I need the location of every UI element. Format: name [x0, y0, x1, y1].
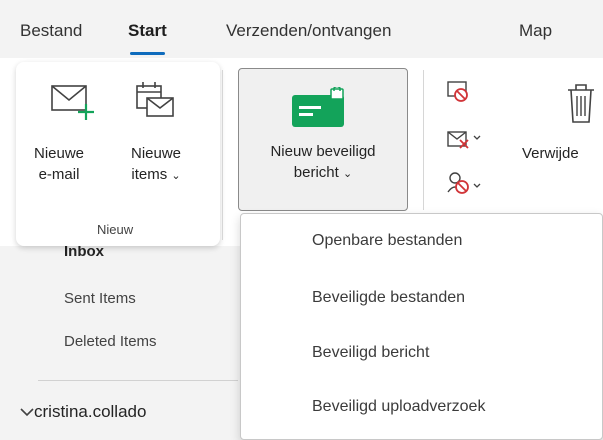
- tab-bestand[interactable]: Bestand: [20, 21, 82, 41]
- chevron-down-icon: ⌄: [171, 170, 181, 182]
- ribbon-divider: [222, 70, 223, 240]
- tab-start[interactable]: Start: [128, 21, 167, 41]
- secure-message-icon: [291, 85, 353, 134]
- new-items-button[interactable]: Nieuwe items ⌄: [118, 143, 194, 187]
- chevron-down-icon: ⌄: [342, 168, 353, 180]
- menu-item-secure-files[interactable]: Beveiligde bestanden: [312, 289, 465, 307]
- new-items-label-line1: Nieuwe: [130, 145, 182, 162]
- chevron-down-icon: [20, 402, 34, 422]
- new-mail-button[interactable]: Nieuwe e-mail: [24, 143, 94, 185]
- menu-item-secure-message[interactable]: Beveiligd bericht: [312, 344, 429, 362]
- secure-message-label-line2: bericht: [293, 164, 339, 181]
- new-items-label-line2: items: [131, 166, 168, 183]
- group-new-label: Nieuw: [97, 222, 134, 237]
- new-mail-label-line2: e-mail: [38, 166, 80, 183]
- new-mail-label-line1: Nieuwe: [33, 145, 85, 162]
- ignore-icon[interactable]: [446, 80, 470, 109]
- delete-button[interactable]: Verwijde: [522, 143, 579, 164]
- folder-sent-items[interactable]: Sent Items: [64, 290, 136, 307]
- secure-message-label: Nieuw beveiligd bericht ⌄: [238, 141, 408, 185]
- account-row[interactable]: cristina.collado: [20, 402, 146, 422]
- junk-icon[interactable]: [446, 170, 484, 201]
- account-name: cristina.collado: [34, 402, 147, 421]
- ribbon-divider: [423, 70, 424, 210]
- tab-map[interactable]: Map: [519, 21, 552, 41]
- cleanup-icon[interactable]: [446, 128, 484, 157]
- menu-item-secure-upload-request[interactable]: Beveiligd uploadverzoek: [312, 398, 485, 416]
- tab-verzenden-ontvangen[interactable]: Verzenden/ontvangen: [226, 21, 391, 41]
- menu-item-public-files[interactable]: Openbare bestanden: [312, 232, 462, 250]
- folder-deleted-items[interactable]: Deleted Items: [64, 333, 157, 350]
- secure-message-label-line1: Nieuw beveiligd: [270, 143, 376, 160]
- new-items-icon: [135, 80, 175, 129]
- new-mail-icon: [50, 82, 98, 127]
- folder-divider: [38, 380, 238, 381]
- trash-icon: [566, 82, 596, 129]
- active-tab-indicator: [130, 52, 165, 55]
